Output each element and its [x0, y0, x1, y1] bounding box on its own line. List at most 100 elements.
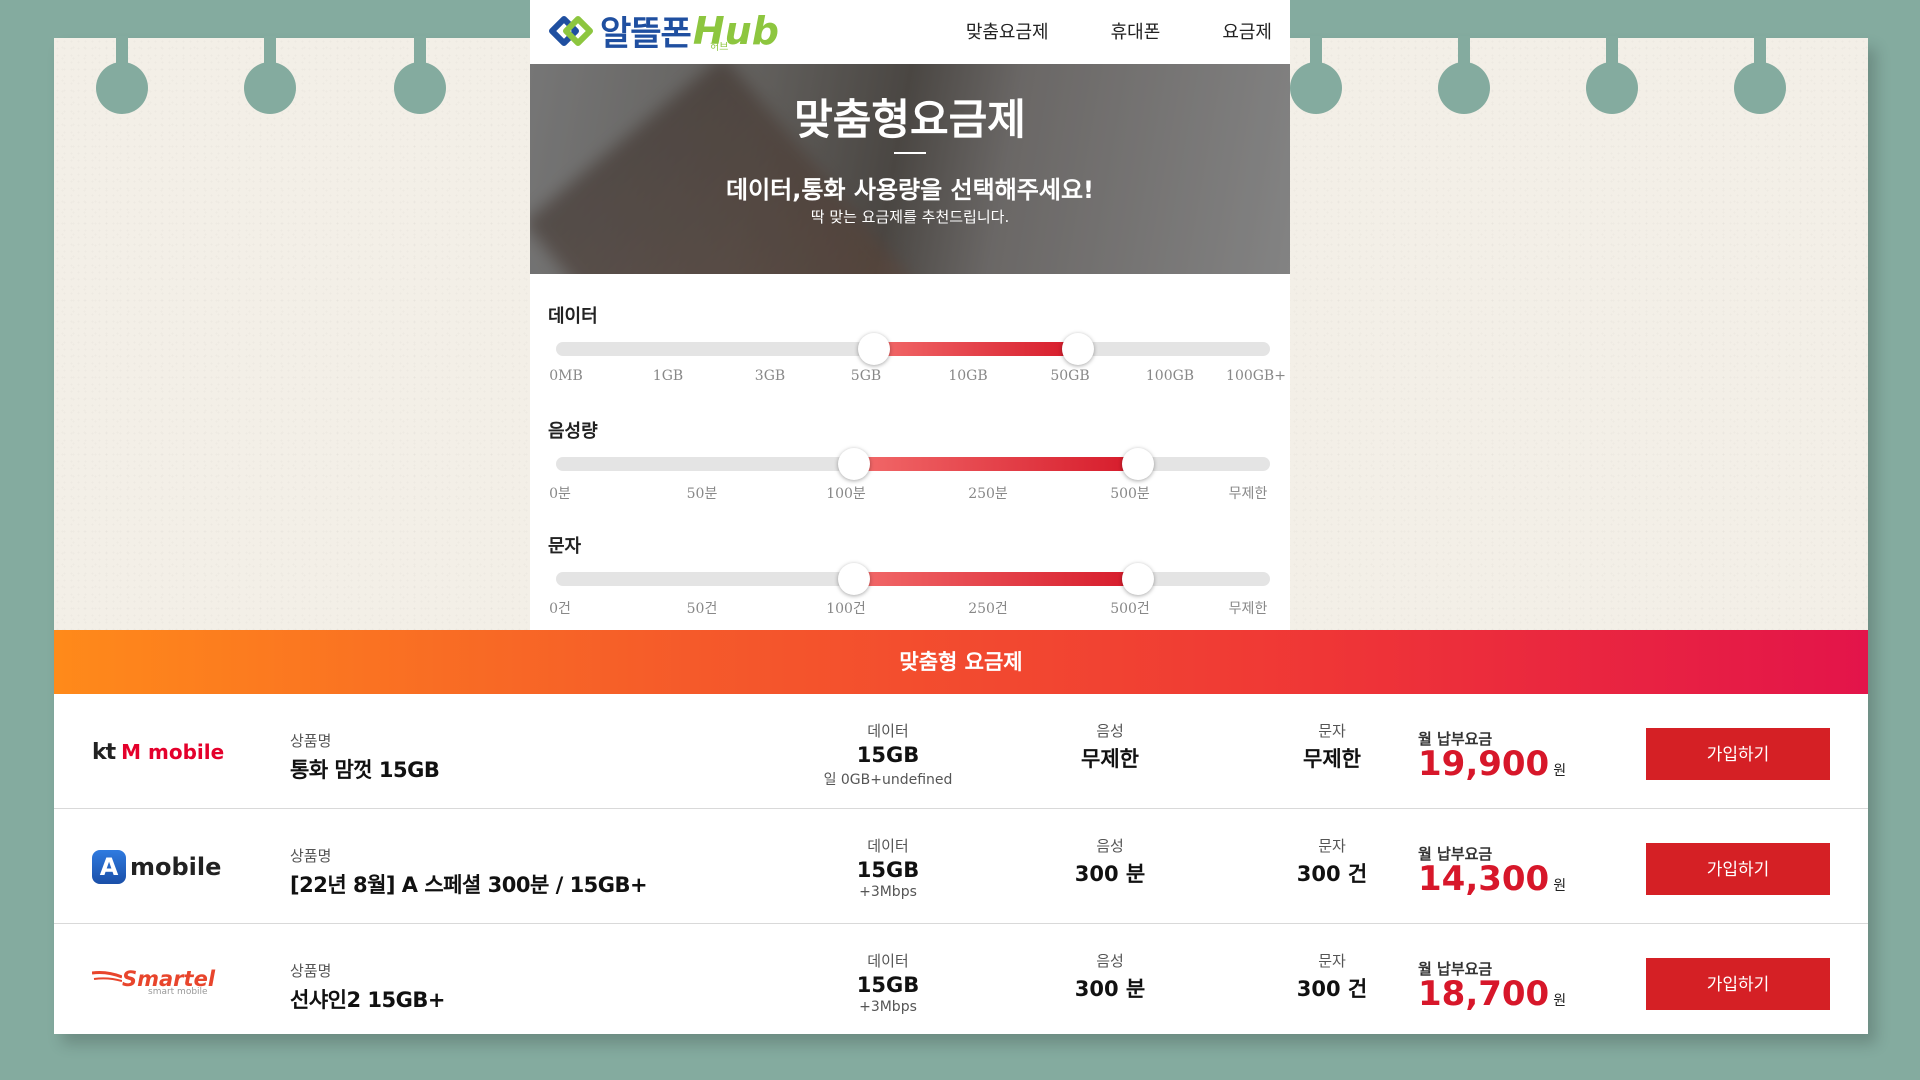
product-label: 상품명	[290, 847, 332, 865]
sms-slider-max-handle[interactable]	[1122, 563, 1154, 595]
voice-slider-label: 음성량	[548, 421, 598, 442]
voice-tick: 100분	[826, 486, 866, 502]
price-amount: 14,300	[1418, 859, 1550, 899]
sms-slider-ticks: 0건 50건 100건 250건 500건 무제한	[548, 598, 1288, 618]
plan-row: Smartel smart mobile 상품명 선샤인2 15GB+ 데이터 …	[54, 924, 1868, 1038]
binder-ring	[1586, 36, 1638, 114]
sms-slider-track[interactable]	[556, 563, 1270, 595]
nav-phones[interactable]: 휴대폰	[1111, 12, 1161, 50]
price-unit: 원	[1553, 993, 1567, 1009]
plan-row: A mobile 상품명 [22년 8월] A 스페셜 300분 / 15GB+…	[54, 809, 1868, 924]
voice-tick: 0분	[549, 486, 571, 502]
product-name: 통화 맘껏 15GB	[290, 758, 440, 782]
sms-tick: 0건	[549, 601, 571, 617]
sms-col: 문자 무제한	[1242, 720, 1422, 773]
nav-plans[interactable]: 요금제	[1222, 12, 1272, 50]
data-slider-max-handle[interactable]	[1062, 333, 1094, 365]
price-value: 19,900 원	[1418, 744, 1566, 784]
carrier-mobile: mobile	[130, 853, 222, 881]
sms-value: 300 건	[1296, 977, 1368, 1001]
binder-ring	[394, 36, 446, 114]
voice-value: 300 분	[1074, 977, 1146, 1001]
hero-caption: 딱 맞는 요금제를 추천드립니다.	[810, 208, 1010, 226]
data-tick: 100GB	[1145, 368, 1195, 384]
sms-tick: 무제한	[1228, 601, 1268, 617]
voice-label: 음성	[1096, 952, 1124, 970]
nav-custom-plans[interactable]: 맞춤요금제	[966, 12, 1049, 50]
voice-col: 음성 무제한	[1020, 720, 1200, 773]
voice-slider: 음성량 0분 50분 100분 250분 500분 무제한	[548, 417, 1272, 502]
logo-sub: 허브	[710, 42, 729, 53]
data-col: 데이터 15GB +3Mbps	[798, 950, 978, 1015]
site-logo[interactable]: 알뜰폰 Hub	[548, 6, 779, 55]
voice-value: 무제한	[1081, 747, 1139, 771]
binder-ring	[96, 36, 148, 114]
recommendation-panel: 알뜰폰 Hub 허브 맞춤요금제 휴대폰 요금제 맞춤형요금제 데이터,통화 사…	[530, 0, 1290, 630]
price-unit: 원	[1553, 763, 1567, 779]
binder-ring	[1438, 36, 1490, 114]
logo-hub: Hub	[692, 8, 779, 53]
data-slider-min-handle[interactable]	[858, 333, 890, 365]
price-amount: 18,700	[1418, 974, 1550, 1014]
sms-label: 문자	[1318, 952, 1346, 970]
results-header: 맞춤형 요금제	[54, 630, 1868, 694]
sms-value: 300 건	[1296, 862, 1368, 886]
sms-label: 문자	[1318, 837, 1346, 855]
data-extra: +3Mbps	[859, 884, 917, 900]
swoosh-icon	[91, 969, 123, 989]
sms-col: 문자 300 건	[1242, 835, 1422, 888]
carrier-logo-smartel: Smartel smart mobile	[91, 960, 242, 1004]
plan-row: kt M mobile 상품명 통화 맘껏 15GB 데이터 15GB 일 0G…	[54, 694, 1868, 809]
price-value: 14,300 원	[1418, 859, 1566, 899]
voice-slider-track[interactable]	[556, 448, 1270, 480]
carrier-mmobile: M mobile	[121, 740, 225, 764]
hero-title: 맞춤형요금제	[794, 95, 1026, 144]
carrier-logo-ktm: kt M mobile	[92, 730, 242, 774]
carrier-logo-amobile: A mobile	[92, 845, 242, 889]
data-extra: +3Mbps	[859, 999, 917, 1015]
binder-ring	[1290, 36, 1342, 114]
voice-slider-max-handle[interactable]	[1122, 448, 1154, 480]
data-slider-label: 데이터	[548, 306, 598, 327]
data-col: 데이터 15GB 일 0GB+undefined	[798, 720, 978, 789]
data-label: 데이터	[867, 952, 909, 970]
product-name: 선샤인2 15GB+	[290, 988, 445, 1012]
data-slider-track[interactable]	[556, 333, 1270, 365]
data-extra: 일 0GB+undefined	[823, 772, 953, 788]
data-value: 15GB	[856, 973, 920, 997]
logo-text: 알뜰폰	[600, 14, 692, 54]
sms-value: 무제한	[1303, 747, 1361, 771]
carrier-kt: kt	[92, 739, 116, 765]
sms-tick: 50건	[686, 601, 718, 617]
data-value: 15GB	[856, 858, 920, 882]
join-button[interactable]: 가입하기	[1646, 843, 1830, 895]
data-tick: 0MB	[549, 368, 583, 384]
hero-subtitle: 데이터,통화 사용량을 선택해주세요!	[726, 176, 1094, 204]
results-section: 맞춤형 요금제 kt M mobile 상품명 통화 맘껏 15GB 데이터 1…	[54, 630, 1868, 1034]
binder-ring	[1734, 36, 1786, 114]
data-tick: 3GB	[754, 368, 786, 384]
data-col: 데이터 15GB +3Mbps	[798, 835, 978, 900]
voice-tick: 50분	[686, 486, 718, 502]
binder-ring	[244, 36, 296, 114]
price-amount: 19,900	[1418, 744, 1550, 784]
data-label: 데이터	[867, 837, 909, 855]
product-label: 상품명	[290, 732, 332, 750]
sms-slider-label: 문자	[548, 536, 582, 557]
join-button[interactable]: 가입하기	[1646, 728, 1830, 780]
product-label: 상품명	[290, 962, 332, 980]
sms-label: 문자	[1318, 722, 1346, 740]
site-header: 알뜰폰 Hub 허브 맞춤요금제 휴대폰 요금제	[530, 0, 1290, 64]
data-value: 15GB	[856, 743, 920, 767]
data-slider-range	[874, 342, 1078, 356]
voice-slider-min-handle[interactable]	[838, 448, 870, 480]
sms-tick: 250건	[968, 601, 1008, 617]
sms-slider-min-handle[interactable]	[838, 563, 870, 595]
voice-col: 음성 300 분	[1020, 950, 1200, 1003]
data-slider-ticks: 0MB 1GB 3GB 5GB 10GB 50GB 100GB 100GB+	[548, 368, 1288, 388]
join-button[interactable]: 가입하기	[1646, 958, 1830, 1010]
voice-slider-ticks: 0분 50분 100분 250분 500분 무제한	[548, 483, 1288, 503]
carrier-smartel-sub: smart mobile	[148, 987, 208, 997]
data-tick: 1GB	[652, 368, 684, 384]
data-tick: 100GB+	[1226, 368, 1286, 384]
